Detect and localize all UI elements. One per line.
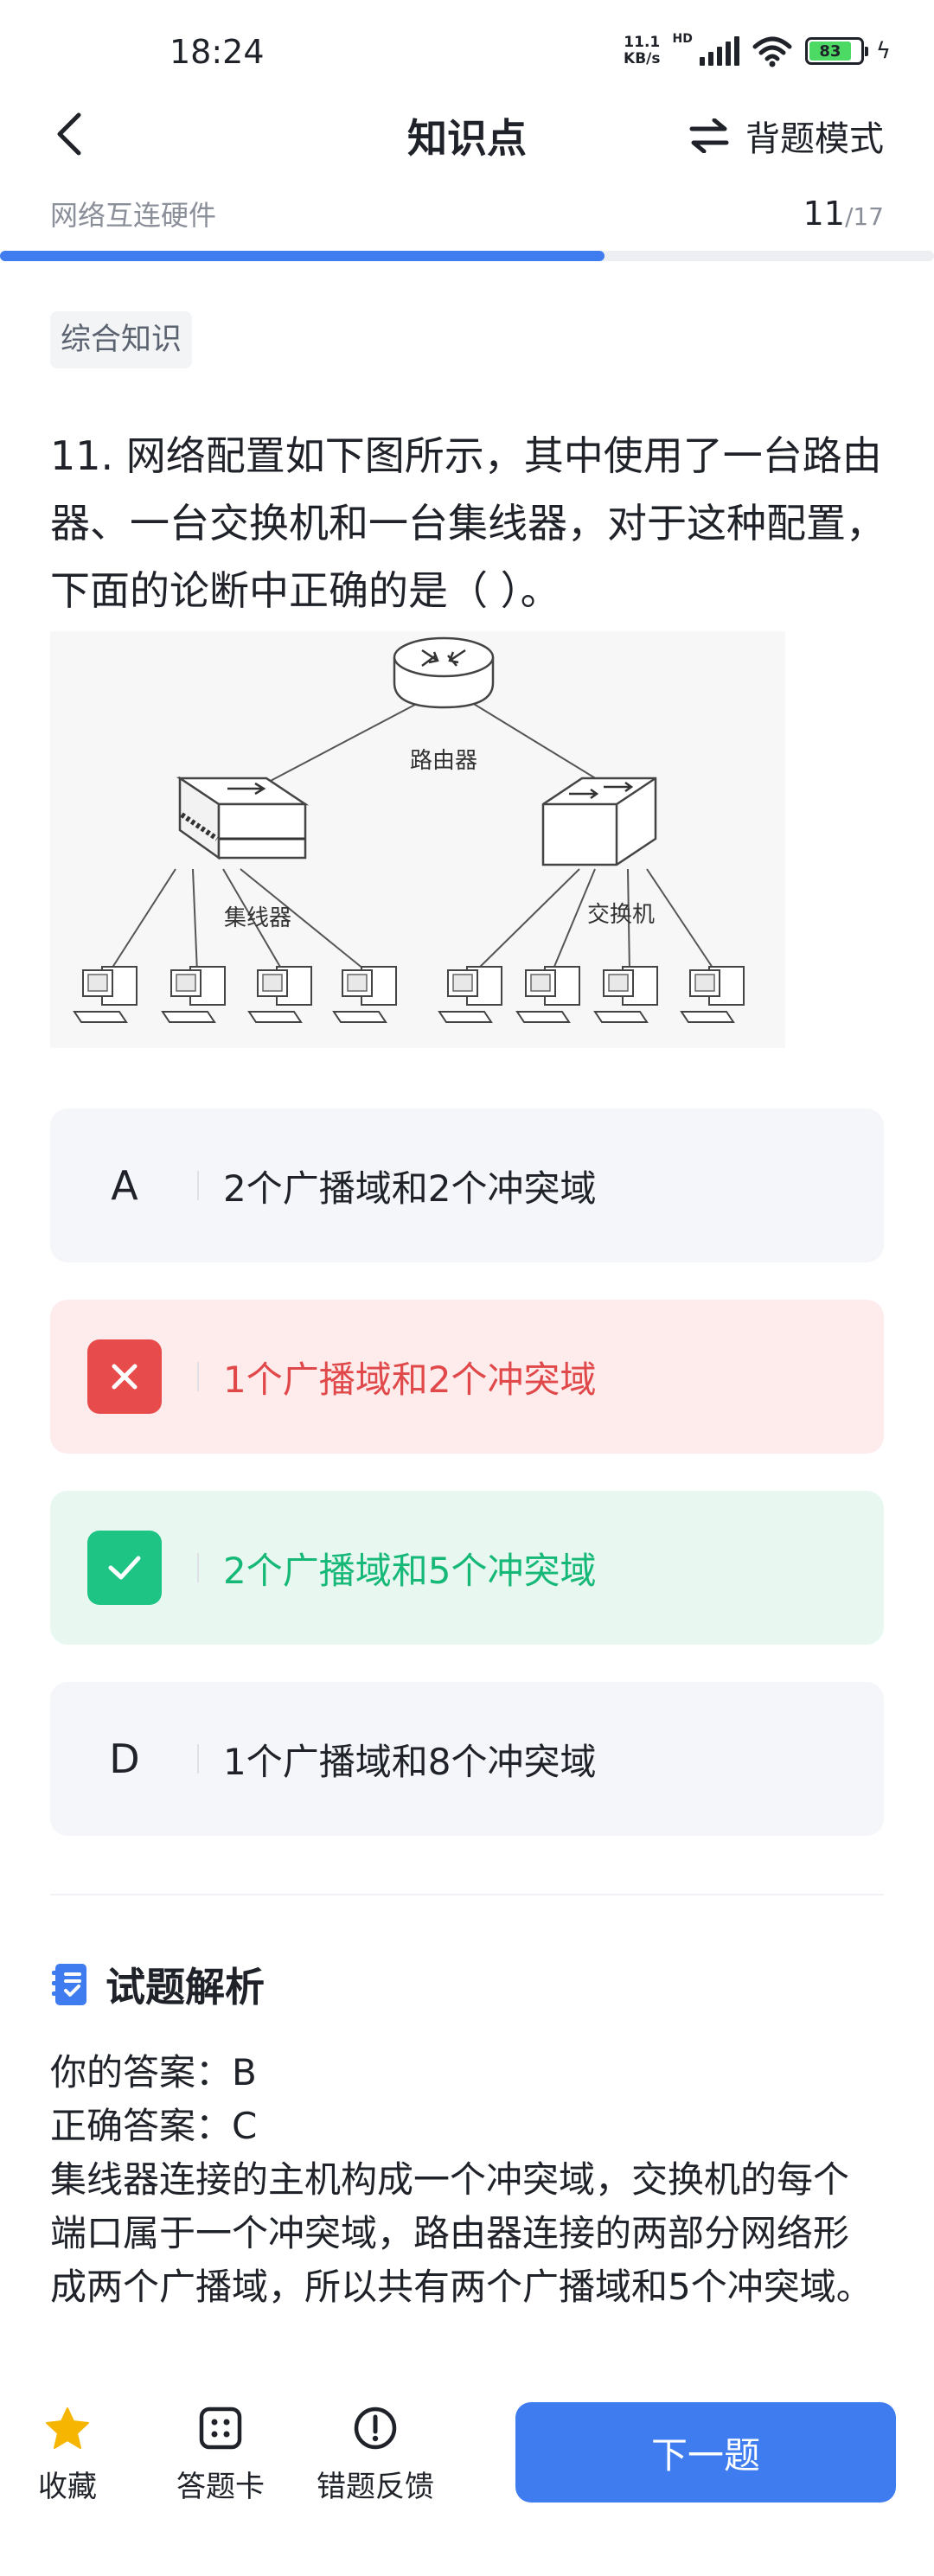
computer-icon xyxy=(73,966,138,1023)
progress-count: 11/17 xyxy=(803,195,884,233)
bottom-bar: 收藏 答题卡 错题反馈 下一题 xyxy=(0,2387,934,2576)
option-b-text: 1个广播域和2个冲突域 xyxy=(223,1358,597,1401)
answer-card-label: 答题卡 xyxy=(176,2470,265,2504)
status-icons: 11.1 KB/s HD 83 ϟ xyxy=(624,32,891,67)
correct-answer: 正确答案：C xyxy=(50,2105,258,2147)
option-a-letter: A xyxy=(50,1109,199,1262)
router-label: 路由器 xyxy=(410,748,477,774)
option-b-marker xyxy=(50,1300,199,1454)
battery-icon: 83 xyxy=(804,37,868,65)
favorite-label: 收藏 xyxy=(38,2470,97,2504)
explanation-text: 集线器连接的主机构成一个冲突域，交换机的每个端口属于一个冲突域，路由器连接的两部… xyxy=(50,2158,873,2308)
option-c[interactable]: 2个广播域和5个冲突域 xyxy=(50,1491,884,1645)
analysis-title: 试题解析 xyxy=(106,1964,265,2010)
chapter-row: 网络互连硬件 11/17 xyxy=(50,192,884,235)
category-tag: 综合知识 xyxy=(50,311,193,368)
router-icon xyxy=(393,636,495,709)
section-divider xyxy=(50,1894,884,1895)
network-diagram: 路由器 集线器 交换机 xyxy=(50,631,785,1048)
next-question-button[interactable]: 下一题 xyxy=(515,2402,896,2502)
computer-icon xyxy=(515,966,580,1023)
switch-icon xyxy=(541,777,657,866)
computer-icon xyxy=(680,966,745,1023)
option-d[interactable]: D 1个广播域和8个冲突域 xyxy=(50,1682,884,1836)
checkmark-icon xyxy=(108,1556,141,1580)
computer-icon xyxy=(438,966,502,1023)
swap-icon xyxy=(689,118,729,153)
mode-label: 背题模式 xyxy=(745,119,884,159)
network-diagram-svg: 路由器 集线器 交换机 xyxy=(73,636,745,1023)
analysis-header: 试题解析 xyxy=(50,1956,265,2013)
switch-label: 交换机 xyxy=(587,902,655,928)
wrong-badge xyxy=(87,1339,162,1414)
notebook-icon xyxy=(52,1964,86,2005)
chapter-name: 网络互连硬件 xyxy=(50,199,217,232)
favorite-button[interactable]: 收藏 xyxy=(38,2406,97,2505)
answer-card-icon xyxy=(199,2407,242,2450)
exclamation-circle-icon xyxy=(354,2407,397,2450)
correct-badge xyxy=(87,1531,162,1605)
hub-label: 集线器 xyxy=(224,905,291,931)
chevron-left-icon xyxy=(57,112,81,156)
cellular-signal-icon xyxy=(699,36,739,66)
error-feedback-label: 错题反馈 xyxy=(317,2470,434,2504)
your-answer: 你的答案：B xyxy=(50,2051,257,2093)
analysis-body: 你的答案：B 正确答案：C 集线器连接的主机构成一个冲突域，交换机的每个端口属于… xyxy=(50,2046,880,2314)
option-d-text: 1个广播域和8个冲突域 xyxy=(223,1740,597,1783)
option-c-marker xyxy=(50,1491,199,1645)
hd-indicator: HD xyxy=(672,32,693,46)
answer-card-button[interactable]: 答题卡 xyxy=(176,2406,265,2505)
progress-bar xyxy=(0,251,934,261)
recite-mode-button[interactable]: 背题模式 xyxy=(688,107,884,164)
option-a[interactable]: A 2个广播域和2个冲突域 xyxy=(50,1109,884,1262)
progress-bar-fill xyxy=(0,251,605,261)
status-bar: 18:24 11.1 KB/s HD 83 ϟ xyxy=(0,0,934,95)
header: 知识点 背题模式 xyxy=(0,95,934,182)
computer-icon xyxy=(247,966,312,1023)
back-button[interactable] xyxy=(43,104,95,164)
progress-total: /17 xyxy=(844,202,884,231)
option-d-letter: D xyxy=(50,1682,199,1836)
option-a-text: 2个广播域和2个冲突域 xyxy=(223,1167,597,1210)
status-time: 18:24 xyxy=(170,33,265,71)
star-icon xyxy=(46,2407,89,2449)
progress-current: 11 xyxy=(803,195,845,233)
computer-icon xyxy=(161,966,226,1023)
charging-icon: ϟ xyxy=(875,38,891,64)
hub-icon xyxy=(176,776,310,860)
question-text: 11. 网络配置如下图所示，其中使用了一台路由器、一台交换机和一台集线器，对于这… xyxy=(50,432,886,614)
option-b[interactable]: 1个广播域和2个冲突域 xyxy=(50,1300,884,1454)
error-feedback-button[interactable]: 错题反馈 xyxy=(317,2406,434,2505)
network-speed: 11.1 KB/s xyxy=(624,34,661,67)
computer-icon xyxy=(332,966,397,1023)
battery-level: 83 xyxy=(809,42,851,61)
wifi-icon xyxy=(752,36,792,67)
close-icon xyxy=(112,1364,138,1390)
option-c-text: 2个广播域和5个冲突域 xyxy=(223,1549,597,1592)
computer-icon xyxy=(593,966,658,1023)
